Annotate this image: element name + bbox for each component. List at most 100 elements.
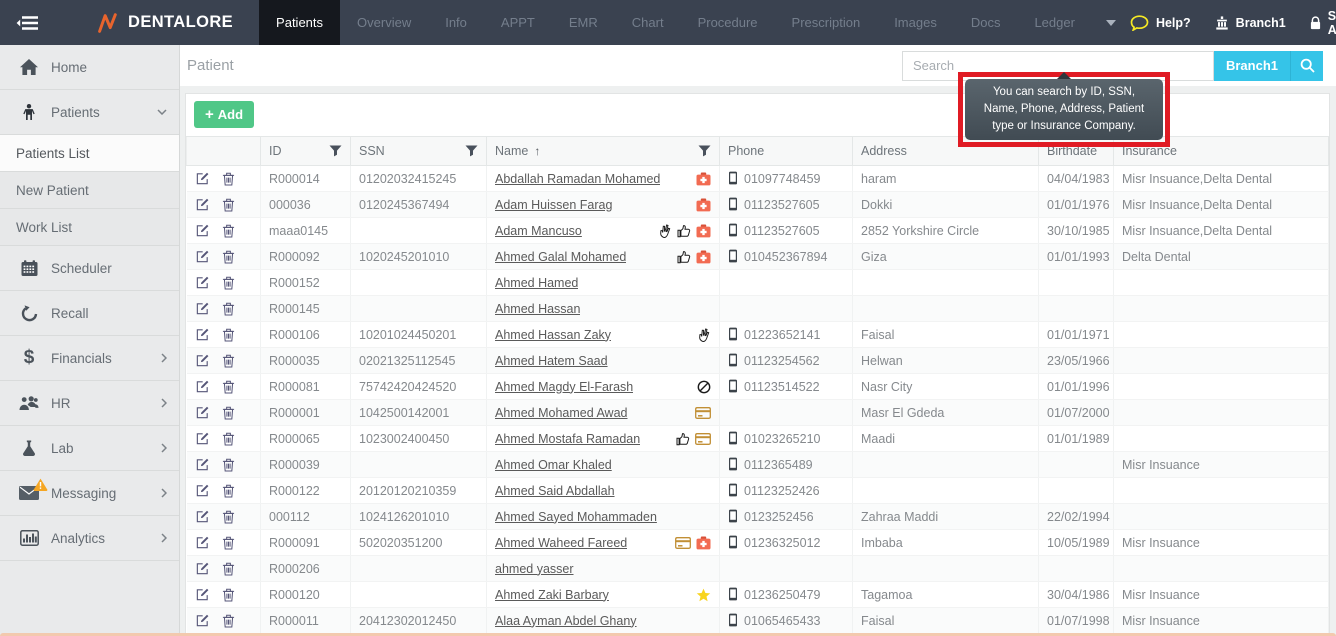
sidebar-item-messaging[interactable]: Messaging xyxy=(0,471,179,516)
delete-row-button[interactable] xyxy=(222,171,235,186)
column-header-actions xyxy=(186,136,261,166)
edit-row-button[interactable] xyxy=(195,483,210,498)
patient-name-link[interactable]: Ahmed Waheed Fareed xyxy=(495,536,627,550)
delete-row-button[interactable] xyxy=(222,613,235,628)
patient-name-link[interactable]: Ahmed Omar Khaled xyxy=(495,458,612,472)
delete-row-button[interactable] xyxy=(222,561,235,576)
delete-row-button[interactable] xyxy=(222,587,235,602)
edit-row-button[interactable] xyxy=(195,353,210,368)
more-tabs-dropdown[interactable] xyxy=(1092,0,1130,45)
nav-tab-emr[interactable]: EMR xyxy=(552,0,615,45)
edit-row-button[interactable] xyxy=(195,275,210,290)
edit-row-button[interactable] xyxy=(195,197,210,212)
column-header-phone[interactable]: Phone xyxy=(719,136,853,166)
patient-name-link[interactable]: Ahmed Galal Mohamed xyxy=(495,250,626,264)
patient-name-link[interactable]: Adam Mancuso xyxy=(495,224,582,238)
search-button[interactable] xyxy=(1290,50,1323,81)
delete-row-button[interactable] xyxy=(222,301,235,316)
patient-name-link[interactable]: Ahmed Magdy El-Farash xyxy=(495,380,633,394)
delete-row-button[interactable] xyxy=(222,249,235,264)
sidebar-item-lab[interactable]: Lab xyxy=(0,426,179,471)
nav-tab-procedure[interactable]: Procedure xyxy=(681,0,775,45)
edit-row-button[interactable] xyxy=(195,431,210,446)
edit-row-button[interactable] xyxy=(195,405,210,420)
nav-tab-patients[interactable]: Patients xyxy=(259,0,341,45)
nav-tab-ledger[interactable]: Ledger xyxy=(1017,0,1091,45)
delete-row-button[interactable] xyxy=(222,535,235,550)
nav-tab-docs[interactable]: Docs xyxy=(954,0,1018,45)
edit-row-button[interactable] xyxy=(195,457,210,472)
patient-birthdate xyxy=(1038,451,1114,478)
sidebar-collapse-button[interactable] xyxy=(0,0,53,45)
filter-icon[interactable] xyxy=(698,145,711,157)
sidebar-item-patients[interactable]: Patients xyxy=(0,90,179,135)
sidebar-item-scheduler[interactable]: Scheduler xyxy=(0,246,179,291)
edit-row-button[interactable] xyxy=(195,561,210,576)
phone-icon xyxy=(728,457,738,471)
branch-selector[interactable]: Branch1 xyxy=(1215,16,1286,30)
edit-row-button[interactable] xyxy=(195,249,210,264)
delete-row-button[interactable] xyxy=(222,275,235,290)
nav-tab-images[interactable]: Images xyxy=(877,0,954,45)
sidebar-item-home[interactable]: Home xyxy=(0,45,179,90)
patient-name-link[interactable]: Abdallah Ramadan Mohamed xyxy=(495,172,660,186)
people-icon xyxy=(14,395,44,411)
patient-name-link[interactable]: Ahmed Zaki Barbary xyxy=(495,588,609,602)
patient-address: Helwan xyxy=(852,347,1039,374)
patient-ssn: 1042500142001 xyxy=(350,399,487,426)
patient-name-link[interactable]: Alaa Ayman Abdel Ghany xyxy=(495,614,637,628)
patient-name-link[interactable]: Ahmed Hatem Saad xyxy=(495,354,608,368)
delete-row-button[interactable] xyxy=(222,353,235,368)
filter-icon[interactable] xyxy=(329,145,342,157)
filter-icon[interactable] xyxy=(465,145,478,157)
sidebar-item-financials[interactable]: $ Financials xyxy=(0,336,179,381)
sidebar-item-work-list[interactable]: Work List xyxy=(0,209,179,246)
delete-row-button[interactable] xyxy=(222,223,235,238)
patient-name-link[interactable]: Ahmed Said Abdallah xyxy=(495,484,615,498)
nav-tab-prescription[interactable]: Prescription xyxy=(775,0,878,45)
edit-row-button[interactable] xyxy=(195,301,210,316)
sidebar-item-new-patient[interactable]: New Patient xyxy=(0,172,179,209)
user-menu[interactable]: System Administrator xyxy=(1310,9,1336,37)
patient-name-link[interactable]: Ahmed Mohamed Awad xyxy=(495,406,628,420)
branch-filter-button[interactable]: Branch1 xyxy=(1213,50,1290,81)
patient-name-link[interactable]: Ahmed Mostafa Ramadan xyxy=(495,432,640,446)
help-button[interactable]: Help? xyxy=(1130,14,1191,31)
column-header-id[interactable]: ID xyxy=(260,136,351,166)
delete-row-button[interactable] xyxy=(222,483,235,498)
delete-row-button[interactable] xyxy=(222,379,235,394)
column-header-ssn[interactable]: SSN xyxy=(350,136,487,166)
patient-name-link[interactable]: Ahmed Hamed xyxy=(495,276,578,290)
patient-name-link[interactable]: ahmed yasser xyxy=(495,562,574,576)
edit-row-button[interactable] xyxy=(195,613,210,628)
delete-row-button[interactable] xyxy=(222,327,235,342)
delete-row-button[interactable] xyxy=(222,405,235,420)
nav-tab-overview[interactable]: Overview xyxy=(340,0,428,45)
sidebar-item-patients-list[interactable]: Patients List xyxy=(0,135,179,172)
nav-tab-chart[interactable]: Chart xyxy=(615,0,681,45)
patient-name-link[interactable]: Ahmed Hassan Zaky xyxy=(495,328,611,342)
patient-name-link[interactable]: Adam Huissen Farag xyxy=(495,198,612,212)
sidebar-item-recall[interactable]: Recall xyxy=(0,291,179,336)
delete-row-button[interactable] xyxy=(222,197,235,212)
app-logo[interactable]: DENTALORE xyxy=(53,0,259,45)
delete-row-button[interactable] xyxy=(222,431,235,446)
patient-name-link[interactable]: Ahmed Sayed Mohammaden xyxy=(495,510,657,524)
column-header-name[interactable]: Name ↑ xyxy=(486,136,720,166)
add-patient-button[interactable]: + Add xyxy=(194,101,255,128)
delete-row-button[interactable] xyxy=(222,509,235,524)
edit-row-button[interactable] xyxy=(195,327,210,342)
add-label: Add xyxy=(217,107,244,122)
edit-row-button[interactable] xyxy=(195,509,210,524)
delete-row-button[interactable] xyxy=(222,457,235,472)
edit-row-button[interactable] xyxy=(195,223,210,238)
edit-row-button[interactable] xyxy=(195,171,210,186)
patient-name-link[interactable]: Ahmed Hassan xyxy=(495,302,580,316)
sidebar-item-hr[interactable]: HR xyxy=(0,381,179,426)
edit-row-button[interactable] xyxy=(195,587,210,602)
edit-row-button[interactable] xyxy=(195,379,210,394)
nav-tab-appt[interactable]: APPT xyxy=(484,0,552,45)
edit-row-button[interactable] xyxy=(195,535,210,550)
nav-tab-info[interactable]: Info xyxy=(428,0,484,45)
sidebar-item-analytics[interactable]: Analytics xyxy=(0,516,179,561)
